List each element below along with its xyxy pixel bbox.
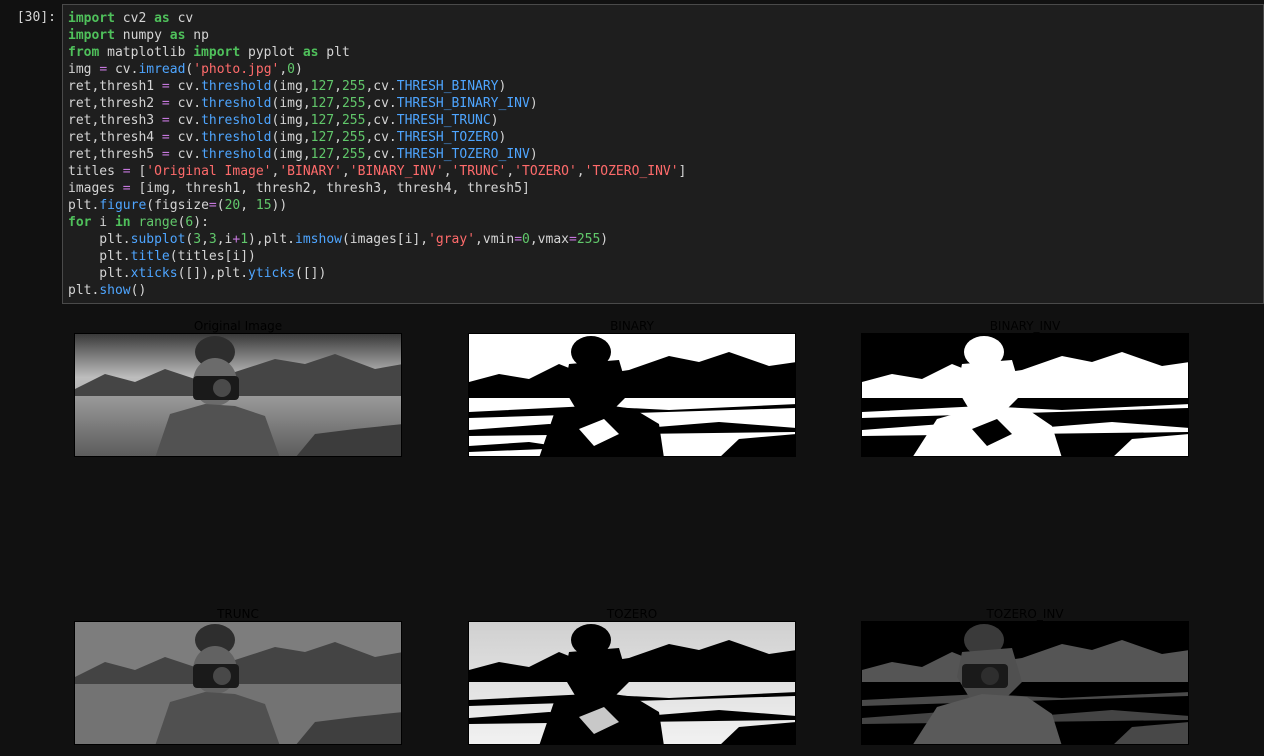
tozero-image [468, 621, 796, 745]
binary-image [468, 333, 796, 457]
subplot-title: BINARY [610, 319, 654, 333]
code-line: for i in range(6): [68, 215, 209, 230]
code-line: ret,thresh2 = cv.threshold(img,127,255,c… [68, 96, 538, 111]
code-line: from matplotlib import pyplot as plt [68, 45, 350, 60]
subplot-title: TOZERO_INV [986, 607, 1064, 621]
subplot-title: Original Image [193, 319, 283, 333]
code-line: img = cv.imread('photo.jpg',0) [68, 62, 303, 77]
binary-inv-image [861, 333, 1189, 457]
code-line: import numpy as np [68, 28, 209, 43]
subplot-title: TRUNC [217, 607, 259, 621]
code-line: ret,thresh5 = cv.threshold(img,127,255,c… [68, 147, 538, 162]
code-cell-editor[interactable]: import cv2 as cv import numpy as np from… [62, 4, 1264, 304]
code-line: import cv2 as cv [68, 11, 194, 26]
code-line: plt.xticks([]),plt.yticks([]) [68, 266, 327, 281]
cell-prompt: [30]: [16, 10, 56, 25]
code-line: images = [img, thresh1, thresh2, thresh3… [68, 181, 530, 196]
subplot-title: TOZERO [606, 607, 658, 621]
original-image [74, 333, 402, 457]
code-line: plt.title(titles[i]) [68, 249, 256, 264]
code-line: titles = ['Original Image','BINARY','BIN… [68, 164, 687, 179]
tozero-inv-image [861, 621, 1189, 745]
code-line: ret,thresh3 = cv.threshold(img,127,255,c… [68, 113, 499, 128]
code-line: plt.figure(figsize=(20, 15)) [68, 198, 288, 213]
code-line: ret,thresh4 = cv.threshold(img,127,255,c… [68, 130, 507, 145]
cell-output: Original Image BINARY BINARY_INV TRUNC T… [0, 305, 1264, 756]
code-line: plt.show() [68, 283, 147, 298]
code-line: plt.subplot(3,3,i+1),plt.imshow(images[i… [68, 232, 609, 247]
subplot-title: BINARY_INV [989, 319, 1061, 333]
trunc-image [74, 621, 402, 745]
code-line: ret,thresh1 = cv.threshold(img,127,255,c… [68, 79, 507, 94]
